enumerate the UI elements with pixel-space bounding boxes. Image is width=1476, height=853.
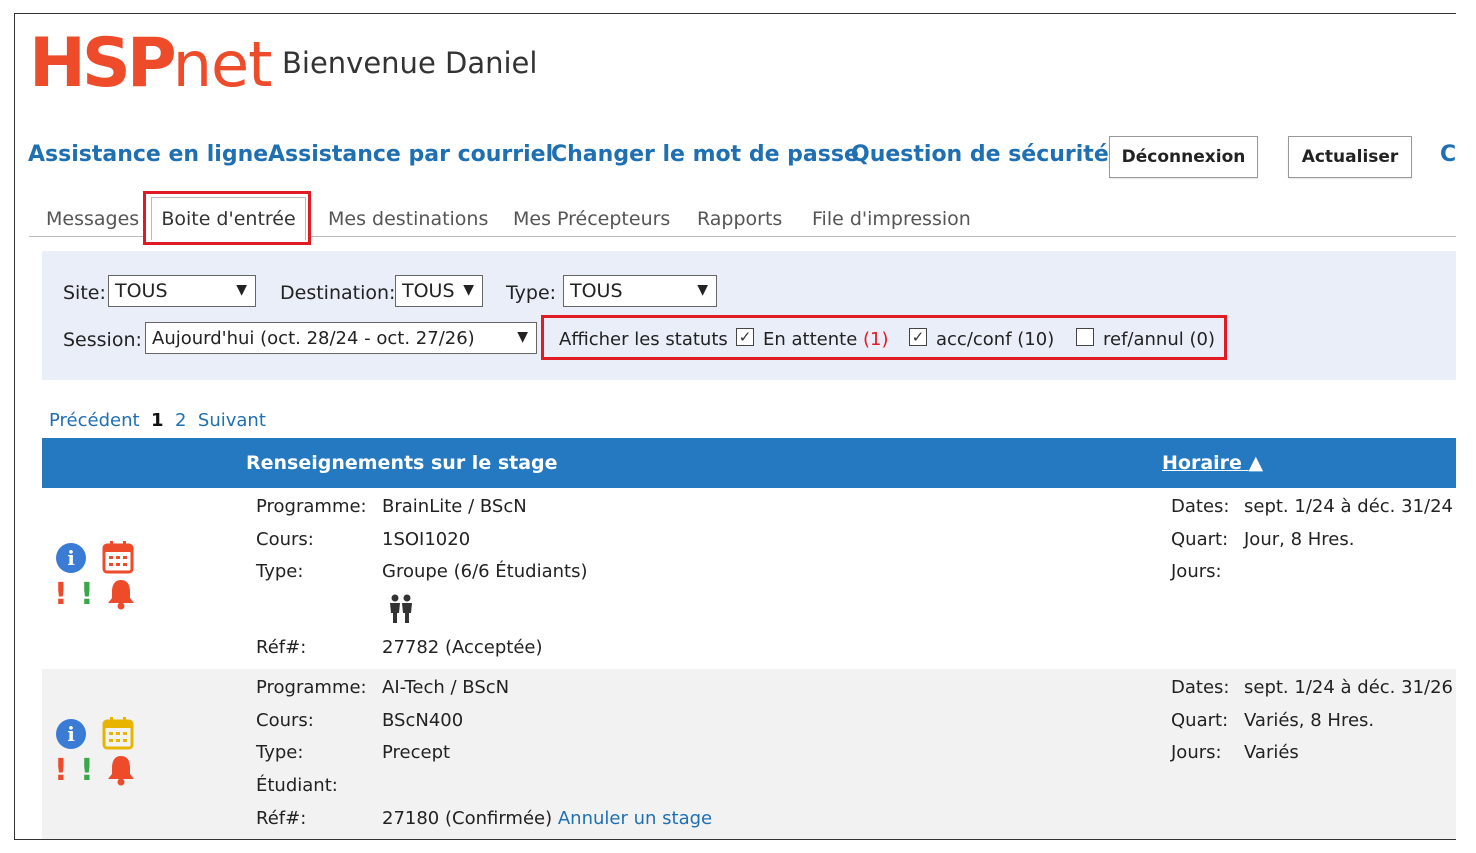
destination-select[interactable]: TOUS ▼ [395, 275, 483, 307]
ref-label: Réf#: [256, 808, 307, 829]
change-password-link[interactable]: Changer le mot de passe [551, 142, 859, 167]
tab-reports[interactable]: Rapports [697, 208, 782, 230]
refresh-button[interactable]: Actualiser [1288, 136, 1412, 178]
type-label-row: Type: [256, 742, 304, 763]
bell-icon[interactable] [106, 578, 136, 614]
ref-label: Réf#: [256, 637, 307, 658]
course-value: BScN400 [382, 710, 464, 731]
alert-green-icon[interactable]: ! [80, 753, 94, 788]
chevron-down-icon: ▼ [236, 282, 247, 298]
tab-preceptors[interactable]: Mes Précepteurs [513, 208, 670, 230]
current-page: 1 [151, 410, 164, 431]
shift-label: Quart: [1171, 529, 1229, 550]
session-select[interactable]: Aujourd'hui (oct. 28/24 - oct. 27/26) ▼ [145, 322, 537, 354]
alert-red-icon[interactable]: ! [54, 577, 68, 612]
schedule-sort-label: Horaire [1162, 452, 1242, 474]
ref-value-row: 27180 (Confirmée) Annuler un stage [382, 808, 712, 829]
program-label: Programme: [256, 677, 367, 698]
pending-checkbox[interactable]: ✓ [736, 328, 754, 346]
chevron-down-icon: ▼ [517, 329, 528, 345]
shift-value: Jour, 8 Hres. [1244, 529, 1355, 550]
program-value: BrainLite / BScN [382, 496, 527, 517]
tab-print-queue[interactable]: File d'impression [812, 208, 971, 230]
course-label: Cours: [256, 529, 314, 550]
refused-label: ref/annul [1103, 329, 1184, 350]
chevron-down-icon: ▼ [697, 282, 708, 298]
days-label: Jours: [1171, 742, 1222, 763]
accepted-count: (10) [1017, 329, 1055, 350]
student-label: Étudiant: [256, 775, 338, 796]
dates-label: Dates: [1171, 496, 1230, 517]
prev-page-link[interactable]: Précédent [49, 410, 140, 431]
shift-label: Quart: [1171, 710, 1229, 731]
app-window: HSPnet Bienvenue Daniel Assistance en li… [14, 13, 1456, 840]
course-value: 1SOI1020 [382, 529, 471, 550]
info-icon[interactable]: i [56, 719, 86, 749]
alert-green-icon[interactable]: ! [80, 577, 94, 612]
session-select-value: Aujourd'hui (oct. 28/24 - oct. 27/26) [152, 327, 475, 349]
dates-value: sept. 1/24 à déc. 31/24 [1244, 496, 1453, 517]
sort-asc-icon: ▲ [1248, 452, 1264, 474]
type-label-row: Type: [256, 561, 304, 582]
cancel-placement-link[interactable]: Annuler un stage [558, 808, 712, 829]
column-header-schedule[interactable]: Horaire ▲ [1162, 452, 1263, 474]
shift-value: Variés, 8 Hres. [1244, 710, 1375, 731]
tab-messages[interactable]: Messages [46, 208, 139, 230]
program-label: Programme: [256, 496, 367, 517]
refused-checkbox[interactable] [1076, 328, 1094, 346]
course-label: Cours: [256, 710, 314, 731]
next-page-link[interactable]: Suivant [198, 410, 266, 431]
type-label: Type: [506, 282, 557, 304]
destination-label: Destination: [280, 282, 396, 304]
pending-count: (1) [863, 329, 889, 350]
chevron-down-icon: ▼ [463, 282, 474, 298]
status-filter-label: Afficher les statuts [559, 329, 728, 350]
info-icon[interactable]: i [56, 543, 86, 573]
tab-destinations[interactable]: Mes destinations [328, 208, 488, 230]
program-value: AI-Tech / BScN [382, 677, 510, 698]
online-help-link[interactable]: Assistance en ligne [28, 142, 268, 167]
session-label: Session: [63, 329, 142, 351]
overflow-link[interactable]: C [1440, 142, 1456, 167]
type-select[interactable]: TOUS ▼ [563, 275, 717, 307]
type-value: Groupe (6/6 Étudiants) [382, 561, 588, 582]
dates-value: sept. 1/24 à déc. 31/26 [1244, 677, 1453, 698]
type-select-value: TOUS [570, 280, 623, 302]
days-value: Variés [1244, 742, 1299, 763]
pending-status: En attente (1) [763, 329, 889, 350]
refused-status: ref/annul (0) [1103, 329, 1215, 350]
security-question-link[interactable]: Question de sécurité [851, 142, 1109, 167]
type-value: Precept [382, 742, 451, 763]
destination-select-value: TOUS [402, 280, 455, 302]
column-header-info: Renseignements sur le stage [246, 452, 558, 474]
bell-icon[interactable] [106, 754, 136, 790]
accepted-label: acc/conf [936, 329, 1012, 350]
ref-value: 27782 (Acceptée) [382, 637, 543, 658]
email-help-link[interactable]: Assistance par courriel [268, 142, 553, 167]
ref-value: 27180 (Confirmée) [382, 808, 553, 829]
site-select[interactable]: TOUS ▼ [108, 275, 256, 307]
calendar-icon[interactable] [102, 716, 134, 754]
alert-red-icon[interactable]: ! [54, 753, 68, 788]
calendar-icon[interactable] [102, 540, 134, 578]
pending-label: En attente [763, 329, 858, 350]
tab-inbox[interactable]: Boite d'entrée [151, 197, 306, 240]
group-people-icon [387, 594, 415, 628]
days-label: Jours: [1171, 561, 1222, 582]
tab-inbox-label: Boite d'entrée [161, 208, 296, 230]
accepted-status: acc/conf (10) [936, 329, 1054, 350]
site-label: Site: [63, 282, 106, 304]
accepted-checkbox[interactable]: ✓ [909, 328, 927, 346]
hspnet-logo: HSPnet [29, 24, 272, 103]
page-2-link[interactable]: 2 [175, 410, 186, 431]
site-select-value: TOUS [115, 280, 168, 302]
refused-count: (0) [1189, 329, 1215, 350]
dates-label: Dates: [1171, 677, 1230, 698]
pagination: Précédent 1 2 Suivant [49, 410, 266, 431]
logout-button[interactable]: Déconnexion [1109, 136, 1258, 178]
welcome-text: Bienvenue Daniel [282, 46, 538, 80]
